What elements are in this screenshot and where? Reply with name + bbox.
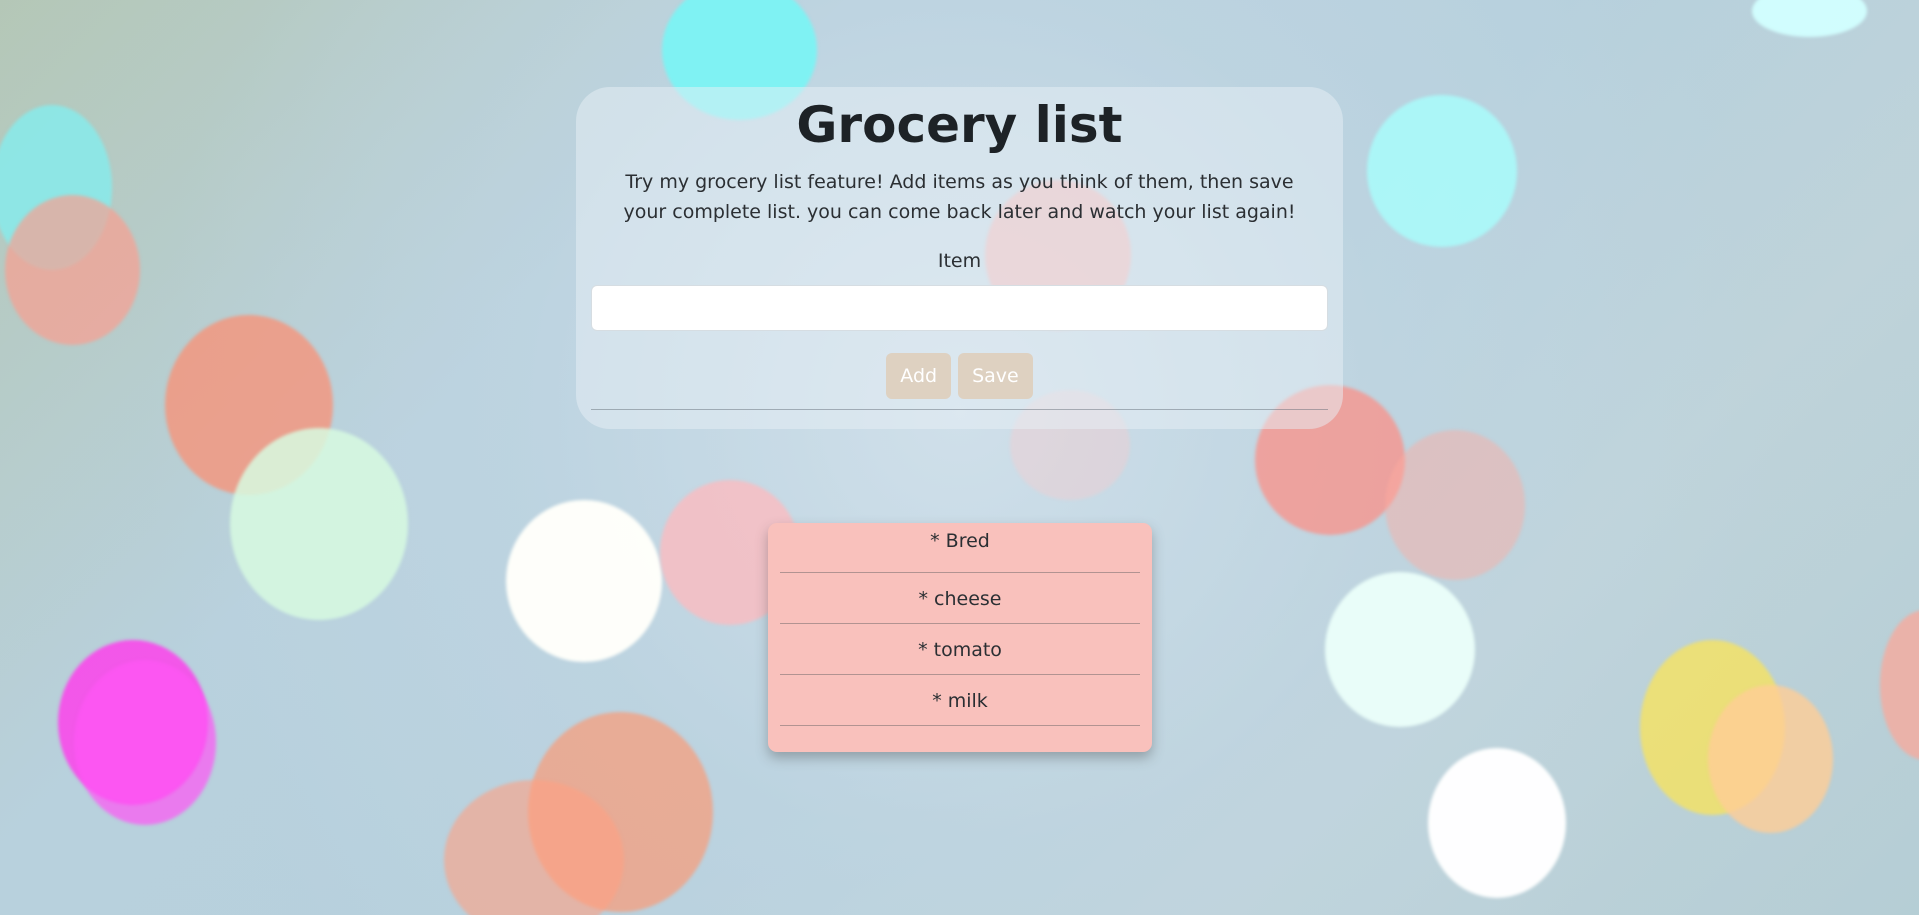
list-item: * Bred: [780, 523, 1140, 573]
save-button[interactable]: Save: [958, 353, 1033, 399]
list-item: * cheese: [780, 573, 1140, 624]
bokeh-light: [5, 195, 140, 345]
bokeh-light: [1752, 0, 1867, 37]
bokeh-light: [74, 660, 216, 825]
grocery-form-panel: Grocery list Try my grocery list feature…: [576, 87, 1343, 429]
item-label: Item: [937, 250, 982, 272]
page-description: Try my grocery list feature! Add items a…: [623, 171, 1296, 223]
divider: [591, 409, 1328, 410]
action-buttons: Add Save: [576, 353, 1343, 399]
list-item: * milk: [780, 675, 1140, 726]
list-item: * tomato: [780, 624, 1140, 675]
add-button[interactable]: Add: [886, 353, 952, 399]
bokeh-light: [1708, 685, 1833, 833]
bokeh-light: [506, 500, 662, 662]
bokeh-light: [1385, 430, 1525, 580]
bokeh-light: [1880, 610, 1919, 760]
bokeh-light: [1325, 572, 1475, 727]
bokeh-light: [230, 428, 408, 620]
bokeh-light: [1367, 95, 1517, 247]
grocery-list: * Bred * cheese * tomato * milk: [768, 523, 1152, 752]
bokeh-light: [1428, 748, 1566, 898]
item-input[interactable]: [591, 285, 1328, 331]
page-title: Grocery list: [796, 96, 1123, 154]
